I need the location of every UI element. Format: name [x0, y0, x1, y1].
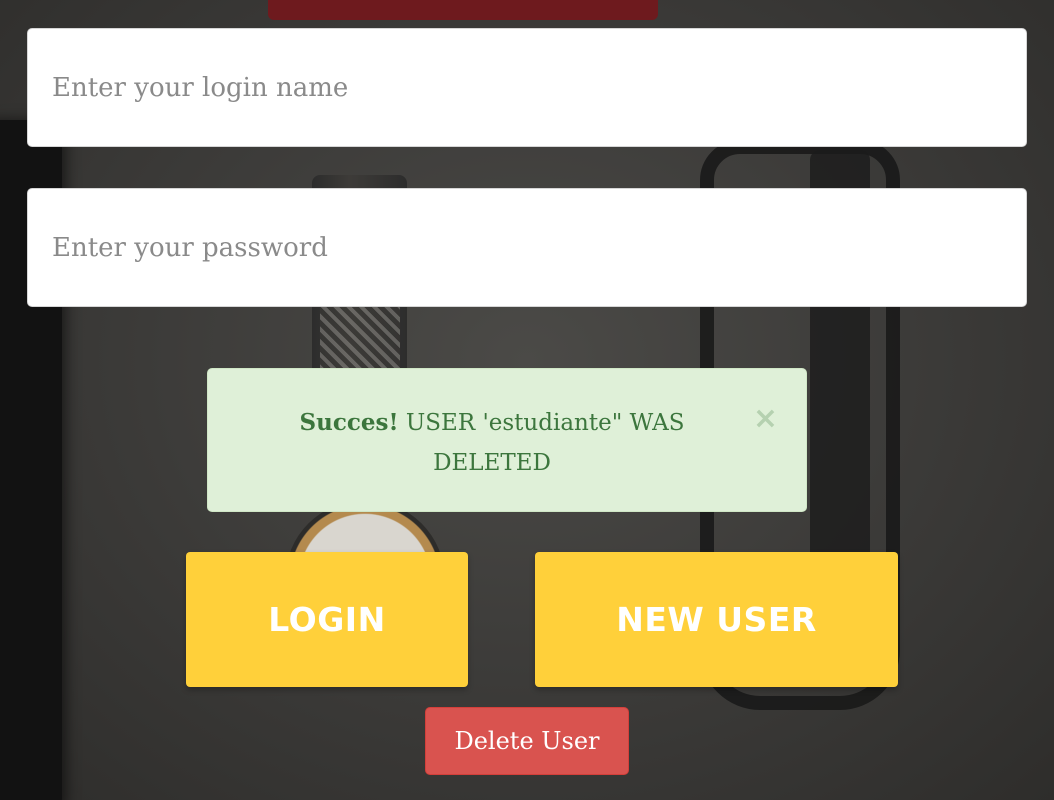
login-name-input[interactable] — [27, 28, 1027, 147]
login-button[interactable]: LOGIN — [186, 552, 468, 687]
background-wallet — [268, 0, 658, 20]
delete-user-button[interactable]: Delete User — [425, 707, 629, 775]
password-input[interactable] — [27, 188, 1027, 307]
new-user-button[interactable]: NEW USER — [535, 552, 898, 687]
success-alert: Succes! USER 'estudiante" WAS DELETED × — [207, 368, 807, 512]
alert-title: Succes! — [299, 409, 399, 436]
background-strap-pattern — [320, 300, 400, 370]
close-icon[interactable]: × — [753, 399, 778, 439]
alert-message: USER 'estudiante" WAS DELETED — [405, 410, 685, 476]
